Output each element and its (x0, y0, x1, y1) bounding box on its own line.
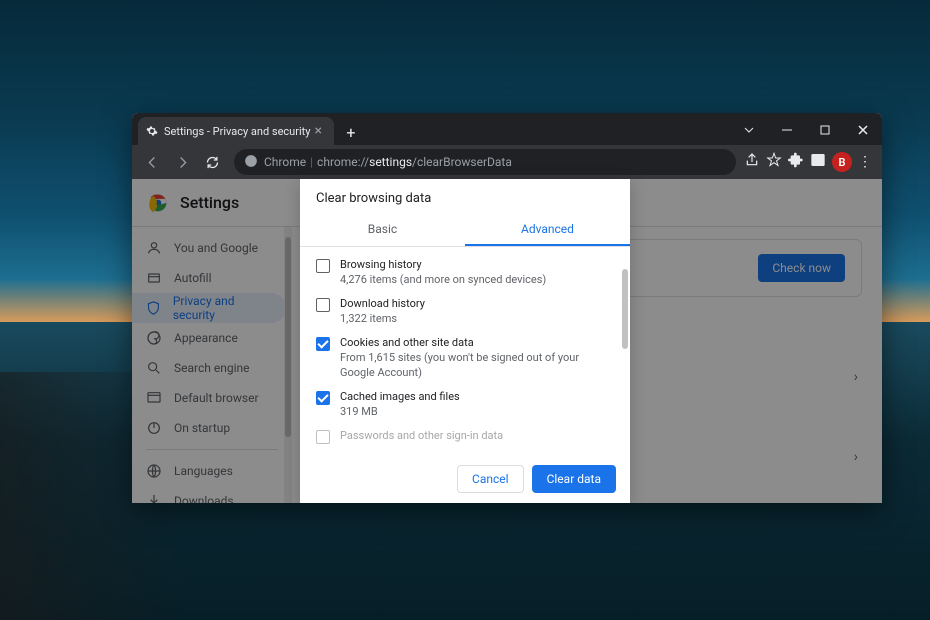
clear-browsing-data-dialog: Clear browsing data Basic Advanced Brows… (300, 179, 630, 503)
option-download-history[interactable]: Download history1,322 items (300, 292, 630, 331)
new-tab-button[interactable]: + (338, 119, 364, 145)
chrome-menu-icon[interactable]: ⋮ (858, 155, 872, 169)
sidepanel-icon[interactable] (810, 152, 826, 172)
url-scheme: Chrome (264, 155, 306, 169)
titlebar: Settings - Privacy and security × + (132, 113, 882, 145)
browser-tab[interactable]: Settings - Privacy and security × (138, 117, 334, 145)
back-button[interactable] (138, 148, 166, 176)
dialog-scrollbar[interactable] (620, 247, 630, 455)
option-browsing-history[interactable]: Browsing history4,276 items (and more on… (300, 253, 630, 292)
url-rest: /clearBrowserData (412, 155, 512, 169)
checkbox[interactable] (316, 298, 330, 312)
bookmark-icon[interactable] (766, 152, 782, 172)
checkbox[interactable] (316, 337, 330, 351)
tab-basic[interactable]: Basic (300, 214, 465, 246)
dialog-body: Browsing history4,276 items (and more on… (300, 247, 630, 455)
tab-title: Settings - Privacy and security (164, 125, 310, 138)
maximize-button[interactable] (806, 115, 844, 145)
dialog-tabs: Basic Advanced (300, 214, 630, 247)
close-tab-icon[interactable]: × (310, 123, 325, 139)
option-passwords[interactable]: Passwords and other sign-in data (300, 424, 630, 448)
tab-search-button[interactable] (730, 115, 768, 145)
reload-button[interactable] (198, 148, 226, 176)
minimize-button[interactable] (768, 115, 806, 145)
chrome-scheme-icon (244, 154, 258, 171)
checkbox[interactable] (316, 391, 330, 405)
chrome-window: Settings - Privacy and security × + Chro… (132, 113, 882, 503)
toolbar: Chrome | chrome://settings/clearBrowserD… (132, 145, 882, 179)
url-prefix: chrome:// (317, 155, 369, 169)
clear-data-button[interactable]: Clear data (532, 465, 616, 493)
checkbox[interactable] (316, 259, 330, 273)
option-cached-images[interactable]: Cached images and files319 MB (300, 385, 630, 424)
omnibox[interactable]: Chrome | chrome://settings/clearBrowserD… (234, 149, 736, 175)
cancel-button[interactable]: Cancel (457, 465, 524, 493)
gear-icon (146, 125, 158, 137)
dialog-actions: Cancel Clear data (300, 455, 630, 503)
close-window-button[interactable] (844, 115, 882, 145)
dialog-title: Clear browsing data (300, 179, 630, 214)
extensions-icon[interactable] (788, 152, 804, 172)
checkbox[interactable] (316, 430, 330, 444)
window-controls (730, 115, 882, 145)
url-strong: settings (369, 155, 412, 169)
tab-advanced[interactable]: Advanced (465, 214, 630, 246)
share-icon[interactable] (744, 152, 760, 172)
profile-avatar[interactable]: B (832, 152, 852, 172)
settings-page: Settings You and Google Autofill Privacy… (132, 179, 882, 503)
forward-button[interactable] (168, 148, 196, 176)
option-cookies[interactable]: Cookies and other site dataFrom 1,615 si… (300, 331, 630, 385)
